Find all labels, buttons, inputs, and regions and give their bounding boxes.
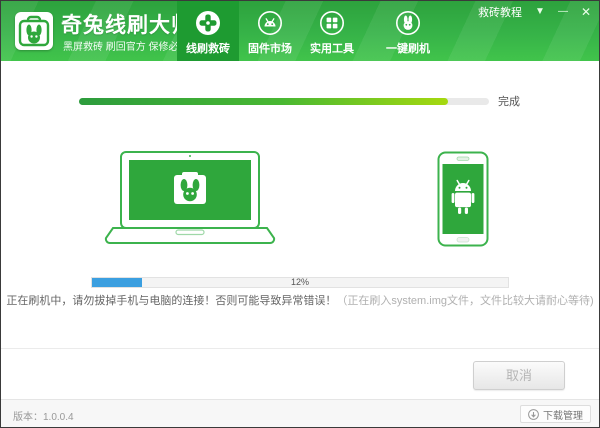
- rabbit-toolbox-icon: [15, 12, 53, 50]
- status-message-main: 正在刷机中，请勿拔掉手机与电脑的连接！否则可能导致异常错误！: [6, 295, 336, 307]
- app-subtitle: 黑屏救砖 刷回官方 保修必备: [63, 38, 189, 53]
- version-label: 版本：1.0.0.4: [13, 408, 74, 423]
- tab-label: 实用工具: [310, 40, 354, 56]
- cancel-button[interactable]: 取消: [473, 361, 565, 390]
- download-manager-label: 下载管理: [543, 407, 583, 422]
- app-window: 奇兔线刷大师 黑屏救砖 刷回官方 保修必备 救砖教程 ▼ — ✕ 线刷救砖: [0, 0, 600, 428]
- overall-progress-label: 完成: [498, 93, 520, 109]
- tab-firmware-market[interactable]: 固件市场: [239, 1, 301, 61]
- flash-progress-percent: 12%: [91, 277, 509, 288]
- minimize-icon[interactable]: —: [558, 6, 568, 18]
- footer-bar: 版本：1.0.0.4 下载管理: [1, 399, 599, 427]
- tab-utility-tools[interactable]: 实用工具: [301, 1, 363, 61]
- tab-flash-rescue[interactable]: 线刷救砖: [177, 1, 239, 61]
- nav-tabs: 线刷救砖 固件市场: [177, 1, 439, 61]
- dpad-cross-icon: [195, 10, 221, 36]
- tutorial-link[interactable]: 救砖教程: [478, 4, 522, 20]
- dropdown-menu-icon[interactable]: ▼: [535, 6, 545, 18]
- android-head-icon: [257, 10, 283, 36]
- header: 奇兔线刷大师 黑屏救砖 刷回官方 保修必备 救砖教程 ▼ — ✕ 线刷救砖: [1, 1, 599, 61]
- android-phone-illustration: [437, 151, 489, 252]
- grid-icon: [319, 10, 345, 36]
- laptop-illustration: [104, 151, 276, 251]
- action-area-divider: [1, 348, 599, 349]
- status-message-note: （正在刷入system.img文件，文件比较大请耐心等待): [336, 295, 593, 307]
- tab-label: 一键刷机: [386, 40, 430, 56]
- window-controls: 救砖教程 ▼ — ✕: [478, 4, 591, 20]
- overall-progress-fill: [79, 98, 448, 105]
- app-logo: [15, 12, 53, 50]
- rabbit-icon: [395, 10, 421, 36]
- close-icon[interactable]: ✕: [581, 6, 591, 18]
- download-manager-button[interactable]: 下载管理: [520, 405, 591, 423]
- status-message: 正在刷机中，请勿拔掉手机与电脑的连接！否则可能导致异常错误！（正在刷入syste…: [1, 292, 599, 308]
- circled-down-arrow-icon: [528, 409, 539, 420]
- app-title: 奇兔线刷大师: [61, 9, 193, 39]
- tab-label: 线刷救砖: [186, 40, 230, 56]
- tab-label: 固件市场: [248, 40, 292, 56]
- tab-one-key-flash[interactable]: 一键刷机: [377, 1, 439, 61]
- overall-progress-bar: [79, 98, 489, 105]
